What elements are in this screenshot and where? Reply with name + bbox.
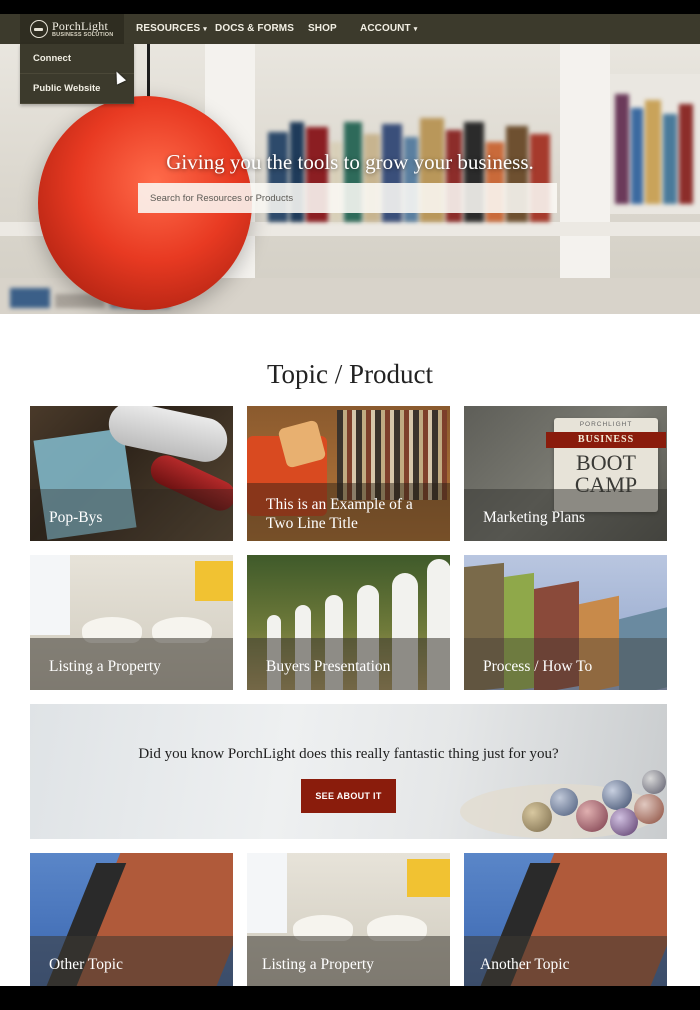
logo-name: PorchLight [52,18,108,33]
tile-label: Other Topic [49,956,123,973]
tile-another-topic[interactable]: Another Topic [464,853,667,986]
porch-light-icon [30,20,48,38]
tile-label: Listing a Property [262,956,374,973]
tile-label: Marketing Plans [483,509,586,526]
tile-label: Listing a Property [49,658,161,675]
promo-banner: Did you know PorchLight does this really… [30,704,667,839]
badge-top-text: PORCHLIGHT [579,421,633,428]
menu-item-connect[interactable]: Connect [20,44,134,74]
top-black-band [0,0,700,14]
chevron-down-icon: ▾ [413,26,418,33]
tile-label: Buyers Presentation [266,658,391,675]
tile-pop-bys[interactable]: Pop-Bys [30,406,233,541]
bottom-black-band [0,986,700,1010]
nav-docs-forms[interactable]: DOCS & FORMS [215,14,294,44]
nav-shop[interactable]: SHOP [308,14,337,44]
hero-title: Giving you the tools to grow your busine… [166,150,534,174]
top-nav: PorchLight BUSINESS SOLUTION RESOURCES ▾ … [0,14,700,44]
lamp-cord [147,44,150,102]
nav-resources-label: RESOURCES [136,23,201,34]
search-input[interactable] [138,183,557,213]
porchlight-logo[interactable]: PorchLight BUSINESS SOLUTION [20,14,124,44]
tile-listing-property[interactable]: Listing a Property [30,555,233,690]
see-about-it-button[interactable]: SEE ABOUT IT [301,779,396,813]
badge-ribbon: BUSINESS [546,432,666,448]
nav-resources[interactable]: RESOURCES ▾ [136,14,207,44]
logo-subtitle: BUSINESS SOLUTION [52,31,114,38]
chevron-down-icon: ▾ [203,26,207,33]
nav-account[interactable]: ACCOUNT ▾ [360,14,417,44]
tile-buyers-presentation[interactable]: Buyers Presentation [247,555,450,690]
tile-label: Process / How To [483,658,593,675]
tile-other-topic[interactable]: Other Topic [30,853,233,986]
tile-listing-property-2[interactable]: Listing a Property [247,853,450,986]
tile-label: Pop-Bys [49,509,103,526]
section-title: Topic / Product [266,359,434,389]
page: PorchLight BUSINESS SOLUTION RESOURCES ▾ … [0,14,700,986]
tile-marketing-plans[interactable]: PORCHLIGHT BUSINESS BOOT CAMP Marketing … [464,406,667,541]
promo-text: Did you know PorchLight does this really… [138,746,559,762]
tile-process-how-to[interactable]: Process / How To [464,555,667,690]
nav-shop-label: SHOP [308,23,337,34]
tile-two-line-example[interactable]: This is an Example of a Two Line Title [247,406,450,541]
tile-label: Another Topic [480,956,570,973]
nav-docs-forms-label: DOCS & FORMS [215,23,294,34]
nav-account-label: ACCOUNT [360,23,411,34]
tile-label: This is an Example of a Two Line Title [266,496,413,532]
